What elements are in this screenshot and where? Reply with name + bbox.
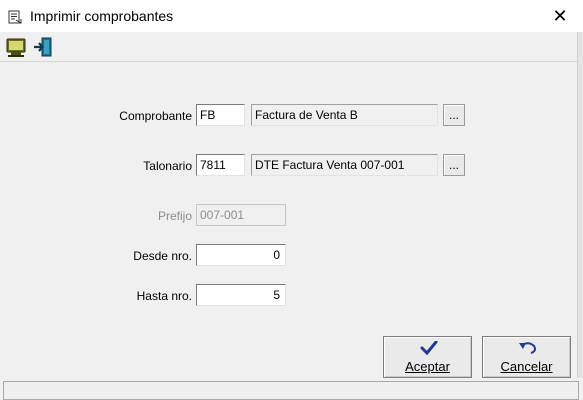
talonario-code-input[interactable]: 7811 bbox=[196, 154, 245, 176]
cancel-button[interactable]: Cancelar bbox=[482, 336, 571, 378]
desde-label: Desde nro. bbox=[133, 249, 192, 263]
exit-door-icon[interactable] bbox=[32, 36, 54, 58]
undo-arrow-icon bbox=[519, 342, 536, 354]
window-title: Imprimir comprobantes bbox=[30, 8, 174, 24]
comprobante-code-input[interactable]: FB bbox=[196, 104, 245, 126]
comprobante-description-field: Factura de Venta B bbox=[251, 104, 438, 126]
prefijo-label: Prefijo bbox=[157, 209, 192, 223]
cancel-label: Cancelar bbox=[500, 359, 553, 374]
hasta-input[interactable]: 5 bbox=[196, 284, 286, 306]
talonario-label: Talonario bbox=[143, 159, 192, 173]
title-bar: Imprimir comprobantes ✕ bbox=[0, 0, 583, 32]
prefijo-field: 007-001 bbox=[196, 204, 286, 226]
accept-button[interactable]: Aceptar bbox=[383, 336, 472, 378]
accept-label: Aceptar bbox=[405, 359, 450, 374]
close-button[interactable]: ✕ bbox=[537, 0, 583, 32]
desde-input[interactable]: 0 bbox=[196, 244, 286, 266]
comprobante-label: Comprobante bbox=[119, 109, 192, 123]
checkmark-icon bbox=[420, 341, 438, 355]
window-app-icon bbox=[8, 10, 22, 24]
comprobante-browse-button[interactable]: ... bbox=[443, 104, 465, 126]
close-icon: ✕ bbox=[552, 5, 568, 26]
talonario-description-field: DTE Factura Venta 007-001 bbox=[251, 154, 438, 176]
hasta-label: Hasta nro. bbox=[136, 289, 192, 303]
status-bar bbox=[3, 381, 579, 400]
toolbar bbox=[0, 32, 583, 62]
window-right-edge bbox=[577, 32, 583, 378]
talonario-browse-button[interactable]: ... bbox=[443, 154, 465, 176]
monitor-icon[interactable] bbox=[5, 36, 27, 58]
